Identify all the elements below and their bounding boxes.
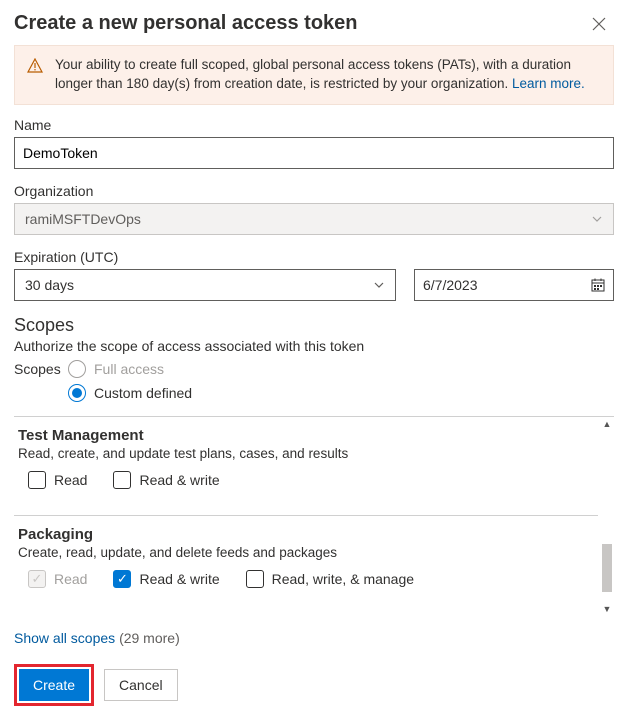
scopes-radio-full[interactable]: Scopes Full access	[14, 360, 614, 378]
close-icon	[592, 17, 606, 31]
dialog-footer: Create Cancel	[14, 664, 614, 706]
radio-icon	[68, 360, 86, 378]
scope-title: Packaging	[18, 526, 594, 543]
chevron-down-icon	[373, 279, 385, 291]
learn-more-link[interactable]: Learn more.	[512, 76, 585, 91]
perm-label: Read, write, & manage	[272, 571, 414, 587]
scroll-up-icon: ▲	[603, 417, 612, 431]
scopes-inline-label: Scopes	[14, 361, 60, 377]
perm-label: Read	[54, 571, 87, 587]
show-all-count: (29 more)	[119, 630, 180, 646]
perm-read-write-manage[interactable]: Read, write, & manage	[246, 570, 414, 588]
scope-group-test-management: Test Management Read, create, and update…	[14, 417, 598, 501]
dialog-header: Create a new personal access token	[14, 12, 614, 45]
cancel-button[interactable]: Cancel	[104, 669, 178, 701]
perm-label: Read	[54, 472, 87, 488]
expiration-duration-select[interactable]: 30 days	[14, 269, 396, 301]
expiration-duration-value: 30 days	[25, 277, 74, 293]
expiration-date-value: 6/7/2023	[423, 277, 478, 293]
scopes-radio-custom[interactable]: Custom defined	[68, 384, 614, 402]
chevron-down-icon	[591, 213, 603, 225]
scope-desc: Create, read, update, and delete feeds a…	[18, 545, 594, 560]
calendar-icon	[591, 278, 605, 292]
name-input[interactable]	[14, 137, 614, 169]
create-button[interactable]: Create	[19, 669, 89, 701]
radio-icon	[68, 384, 86, 402]
perm-label: Read & write	[139, 472, 219, 488]
perm-read[interactable]: Read	[28, 471, 87, 489]
warning-text: Your ability to create full scoped, glob…	[55, 56, 601, 94]
scope-title: Test Management	[18, 427, 594, 444]
scope-list: Test Management Read, create, and update…	[14, 416, 614, 616]
scopes-heading: Scopes	[14, 315, 614, 336]
checkbox-icon	[113, 471, 131, 489]
show-all-scopes-row: Show all scopes (29 more)	[14, 630, 614, 646]
organization-label: Organization	[14, 183, 614, 199]
scroll-thumb[interactable]	[602, 544, 612, 592]
perm-read-write[interactable]: ✓ Read & write	[113, 570, 219, 588]
show-all-scopes-link[interactable]: Show all scopes	[14, 630, 115, 646]
radio-label-custom: Custom defined	[94, 385, 192, 401]
create-button-highlight: Create	[14, 664, 94, 706]
checkbox-icon: ✓	[113, 570, 131, 588]
warning-icon	[27, 58, 43, 74]
checkbox-icon: ✓	[28, 570, 46, 588]
create-pat-dialog: Create a new personal access token Your …	[0, 0, 628, 722]
expiration-label: Expiration (UTC)	[14, 249, 614, 265]
close-button[interactable]	[584, 13, 614, 35]
dialog-title: Create a new personal access token	[14, 12, 358, 35]
perm-read: ✓ Read	[28, 570, 87, 588]
scope-desc: Read, create, and update test plans, cas…	[18, 446, 594, 461]
organization-select[interactable]: ramiMSFTDevOps	[14, 203, 614, 235]
scopes-subheading: Authorize the scope of access associated…	[14, 338, 614, 354]
checkbox-icon	[246, 570, 264, 588]
warning-banner: Your ability to create full scoped, glob…	[14, 45, 614, 105]
radio-label-full: Full access	[94, 361, 164, 377]
scope-group-packaging: Packaging Create, read, update, and dele…	[14, 516, 598, 600]
scrollbar[interactable]: ▲ ▼	[600, 417, 614, 616]
perm-label: Read & write	[139, 571, 219, 587]
perm-read-write[interactable]: Read & write	[113, 471, 219, 489]
name-label: Name	[14, 117, 614, 133]
checkbox-icon	[28, 471, 46, 489]
expiration-date-input[interactable]: 6/7/2023	[414, 269, 614, 301]
scroll-down-icon: ▼	[603, 602, 612, 616]
organization-value: ramiMSFTDevOps	[25, 211, 141, 227]
